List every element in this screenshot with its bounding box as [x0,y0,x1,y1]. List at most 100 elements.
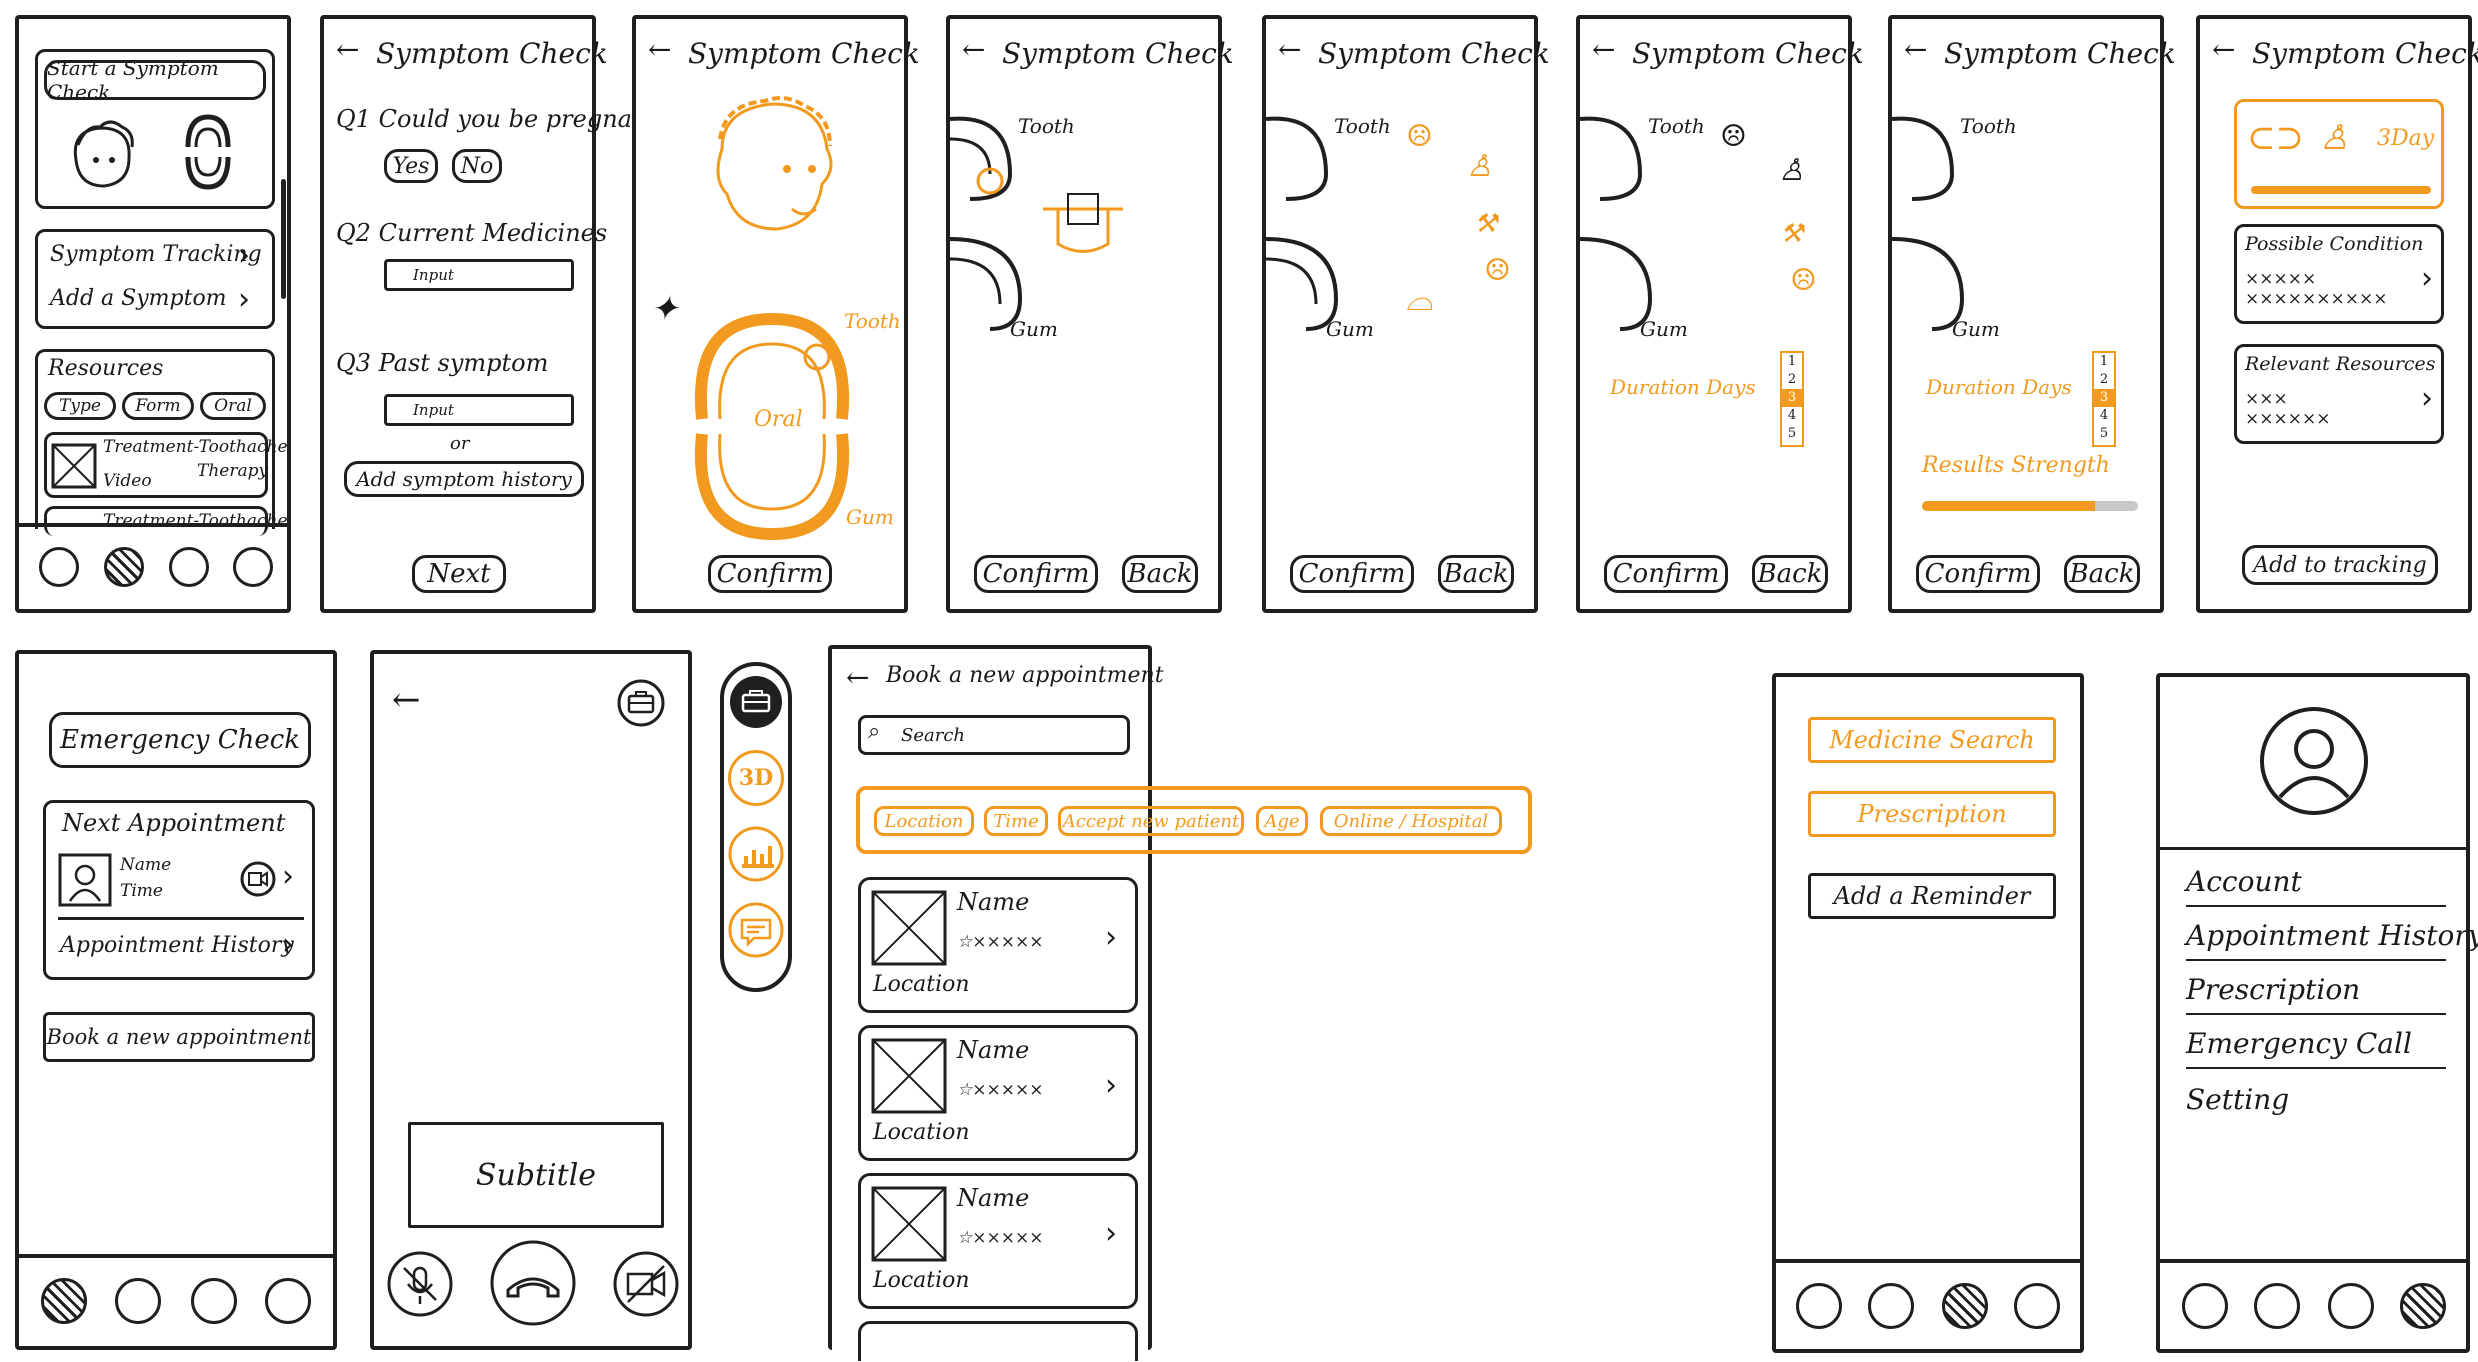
add-to-tracking-button[interactable]: Add to tracking [2242,545,2438,585]
hang-up-icon[interactable] [488,1238,578,1328]
medicines-input[interactable]: Input [384,259,574,291]
add-reminder-button[interactable]: Add a Reminder [1808,873,2056,919]
video-off-icon[interactable] [612,1250,680,1318]
filter-time[interactable]: Time [984,806,1048,836]
back-button[interactable]: Back [2064,555,2140,593]
no-button[interactable]: No [452,149,502,183]
scrollbar[interactable] [281,179,286,299]
appointment-history-link[interactable]: Appointment History [60,933,294,958]
back-arrow-icon[interactable]: ← [392,680,421,720]
tooth-label: Tooth [1960,114,2017,138]
booking-card[interactable]: Name ☆××××× › Location [858,1025,1138,1161]
tooth-icon[interactable]: ♙ [1466,149,1493,184]
back-arrow-icon[interactable]: ← [648,33,671,66]
nav-home-icon[interactable] [41,1278,87,1324]
past-symptom-input[interactable]: Input [384,394,574,426]
back-arrow-icon[interactable]: ← [1904,33,1927,66]
nav-symptom-icon[interactable] [2254,1283,2300,1329]
back-arrow-icon[interactable]: ← [1592,33,1615,66]
nav-profile-icon[interactable] [265,1278,311,1324]
chevron-right-icon: › [1105,1068,1117,1103]
relevant-resources-card[interactable]: Relevant Resources ××× ×××××× › [2234,344,2444,444]
nav-profile-icon[interactable] [2014,1283,2060,1329]
back-arrow-icon[interactable]: ← [962,33,985,66]
menu-account[interactable]: Account [2186,865,2302,898]
results-screen: ← Symptom Check Tooth Gum Duration Days … [1888,15,2176,613]
chevron-right-icon: › [2421,381,2433,416]
video-call-icon[interactable] [240,861,276,897]
confirm-button[interactable]: Confirm [708,555,832,593]
confirm-button[interactable]: Confirm [1916,555,2040,593]
filter-form[interactable]: Form [122,392,194,420]
chart-icon[interactable] [728,826,784,882]
pain-face-icon: ☹ [1720,119,1747,154]
resources-card: Resources Type Form Oral Treatment-Tooth… [35,349,288,536]
filter-type[interactable]: Type [44,392,116,420]
add-symptom-link[interactable]: Add a Symptom [50,286,227,311]
question-1: Q1 Could you be pregnant [336,105,658,133]
book-appointment-button[interactable]: Book a new appointment [43,1012,315,1062]
toolbox-icon[interactable] [616,678,666,728]
medicine-search-button[interactable]: Medicine Search [1808,717,2056,763]
nav-symptom-icon[interactable] [115,1278,161,1324]
back-button[interactable]: Back [1122,555,1198,593]
emergency-check-button[interactable]: Emergency Check [49,712,311,768]
confirm-button[interactable]: Confirm [1604,555,1728,593]
nav-profile-icon[interactable] [2400,1283,2446,1329]
day-selector[interactable]: 1 2 3 4 5 [2092,351,2116,447]
menu-prescription[interactable]: Prescription [2186,973,2360,1006]
start-symptom-check-button[interactable]: Start a Symptom Check [44,56,266,104]
filter-age[interactable]: Age [1256,806,1308,836]
confirm-button[interactable]: Confirm [974,555,1098,593]
tooth-label: Tooth [1648,114,1705,138]
nav-home-icon[interactable] [39,547,79,587]
back-arrow-icon[interactable]: ← [336,33,359,66]
toolbox-icon[interactable] [728,674,784,730]
nav-symptom-icon[interactable] [1868,1283,1914,1329]
gum-tooth-icon[interactable]: ⌓ [1406,279,1433,319]
symptom-tracking-link[interactable]: Symptom Tracking [50,242,262,267]
nav-medicine-icon[interactable] [1942,1283,1988,1329]
yes-button[interactable]: Yes [384,149,438,183]
prescription-button[interactable]: Prescription [1808,791,2056,837]
chat-icon[interactable] [728,902,784,958]
possible-condition-card[interactable]: Possible Condition ××××× ×××××××××× › [2234,224,2444,324]
filter-accept-new-patient[interactable]: Accept new patient [1058,806,1244,836]
booking-card[interactable]: Name ☆××××× › Location [858,1173,1138,1309]
start-check-card[interactable]: Start a Symptom Check [35,49,275,209]
booking-card[interactable] [858,1321,1138,1361]
user-avatar-icon[interactable] [2258,705,2370,817]
nav-appointment-icon[interactable] [191,1278,237,1324]
back-button[interactable]: Back [1438,555,1514,593]
mute-microphone-icon[interactable] [386,1250,454,1318]
nav-home-icon[interactable] [2182,1283,2228,1329]
nav-profile-icon[interactable] [233,547,273,587]
back-button[interactable]: Back [1752,555,1828,593]
menu-appointment-history[interactable]: Appointment History [2186,919,2478,952]
booking-card[interactable]: Name ☆××××× › Location [858,877,1138,1013]
filter-online-hospital[interactable]: Online / Hospital [1320,806,1502,836]
pain-face-icon[interactable]: ☹ [1406,119,1433,154]
3d-model-icon[interactable]: 3D [728,750,784,806]
menu-emergency-call[interactable]: Emergency Call [2186,1027,2412,1060]
nav-home-icon[interactable] [1796,1283,1842,1329]
filter-oral[interactable]: Oral [200,392,266,420]
confirm-button[interactable]: Confirm [1290,555,1414,593]
nav-appointment-icon[interactable] [2328,1283,2374,1329]
back-arrow-icon[interactable]: ← [846,661,869,694]
sick-tooth-icon[interactable]: ☹ [1484,253,1511,288]
day-selector[interactable]: 1 2 3 4 5 [1780,351,1804,447]
nav-symptom-icon[interactable] [104,547,144,587]
resource-item[interactable]: Treatment-Toothache Video Therapy [44,432,288,498]
menu-setting[interactable]: Setting [2186,1083,2289,1116]
search-input[interactable]: Search [858,715,1130,755]
chevron-right-icon: › [1105,1216,1117,1251]
hammer-icon[interactable]: ⚒ [1474,209,1497,239]
filter-location[interactable]: Location [874,806,974,836]
nav-appointment-icon[interactable] [169,547,209,587]
doctor-location: Location [873,1268,970,1293]
next-button[interactable]: Next [412,555,506,593]
back-arrow-icon[interactable]: ← [2212,33,2235,66]
back-arrow-icon[interactable]: ← [1278,33,1301,66]
add-history-button[interactable]: Add symptom history [344,461,584,497]
